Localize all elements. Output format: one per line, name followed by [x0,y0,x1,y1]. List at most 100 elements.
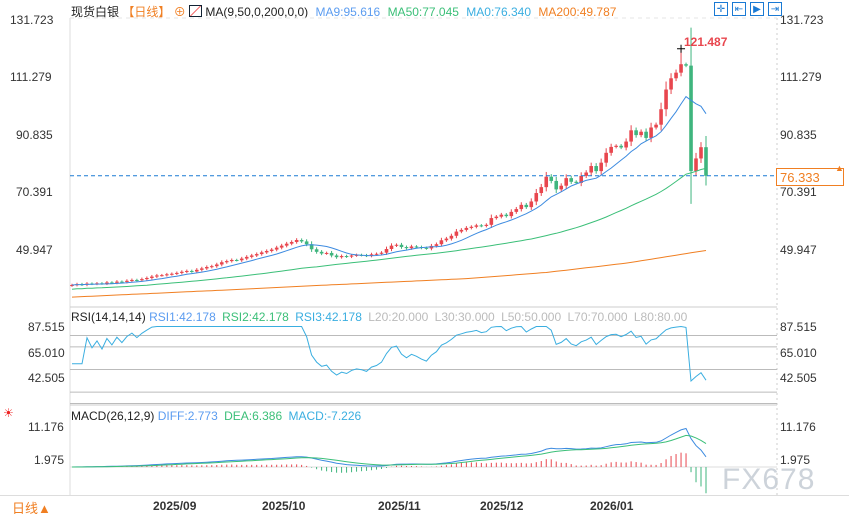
y-tick-left: 49.947 [16,243,53,257]
candle-body [204,267,209,269]
candle-body [614,145,618,147]
candle-body [254,254,259,256]
candle-body [459,229,464,232]
candle-body [629,130,633,142]
candle-body [329,252,334,256]
candle-body [279,245,284,248]
candle-body [514,209,519,212]
macd-tick-left: 11.176 [28,420,64,434]
candle-body [384,249,389,253]
y-tick-left: 111.279 [10,70,52,84]
y-tick-right: 131.723 [780,13,824,27]
candle-body [399,244,404,248]
alert-arrow-icon[interactable]: ▲ [835,163,844,173]
candle-body [160,275,164,277]
candle-body [165,274,169,276]
candle-body [140,279,144,281]
candle-body [649,127,653,138]
candle-body [299,240,304,242]
candle-body [444,238,449,241]
current-price-label: 76.333 [776,168,844,186]
y-tick-left: 70.391 [16,185,53,199]
candle-body [539,187,544,194]
candle-body [249,255,254,257]
rsi-line [72,325,707,383]
rsi-tick-left: 87.515 [28,320,65,334]
candle-body [594,166,598,172]
candle-body [224,261,229,263]
candle-body [454,231,459,236]
candle-body [684,64,688,66]
candle-body [674,72,678,79]
candle-body [289,241,294,244]
y-tick-right: 70.391 [780,185,817,199]
candle-body [349,255,354,257]
candle-body [424,247,429,249]
y-tick-right: 49.947 [780,243,817,257]
candle-body [234,259,239,261]
candle-body [534,193,539,202]
candle-body [494,216,499,219]
macd-tick-right: 1.975 [780,453,811,467]
candle-body [150,276,154,278]
candle-body [544,176,549,188]
candle-body [669,78,673,90]
candle-body [519,204,524,210]
candle-body [135,279,139,281]
candle-body [634,130,638,136]
candle-body [414,246,419,248]
candle-body [554,180,559,190]
candle-body [324,252,329,254]
ma50-line [71,167,707,290]
candle-body [489,218,494,225]
ma9-line [71,95,707,286]
dea-line [72,434,707,468]
candle-body [284,243,289,246]
candle-body [659,109,663,125]
candle-body [704,147,708,176]
x-tick: 2025/12 [480,499,524,513]
y-tick-left: 131.723 [10,13,54,27]
candle-body [639,131,643,136]
candle-body [469,226,474,228]
x-tick: 2025/11 [378,499,421,513]
candle-body [185,270,189,272]
candle-body [694,158,698,172]
candle-body [244,256,249,259]
candle-body [125,280,129,282]
candle-body [619,145,623,148]
candle-body [604,152,608,163]
candle-body [484,224,489,226]
candle-body [339,256,344,258]
candle-body [664,89,668,110]
period-button[interactable]: 日线▲ [12,498,51,517]
y-tick-right: 90.835 [780,128,817,142]
candle-body [239,258,244,261]
candle-body [529,201,534,208]
candle-body [474,225,479,227]
chart-svg[interactable] [0,0,849,517]
x-tick: 2025/09 [153,499,197,513]
candle-body [374,253,379,255]
candle-body [464,227,469,230]
rsi-tick-right: 42.505 [780,371,817,385]
candle-body [449,235,454,239]
candle-body [439,240,444,245]
candle-body [699,147,703,159]
candle-body [434,244,439,246]
candle-body [294,240,299,242]
candle-body [589,166,593,173]
candle-body [175,272,179,274]
candle-body [199,268,204,270]
candle-body [259,252,264,255]
candle-body [334,255,339,258]
y-tick-right: 111.279 [780,70,822,84]
candle-body [564,178,569,186]
candle-body [549,176,554,181]
candle-body [409,246,414,249]
candle-body [170,273,174,275]
candle-body [394,244,399,246]
macd-tick-right: 11.176 [780,420,816,434]
candle-body [609,146,613,153]
candle-body [404,247,409,249]
